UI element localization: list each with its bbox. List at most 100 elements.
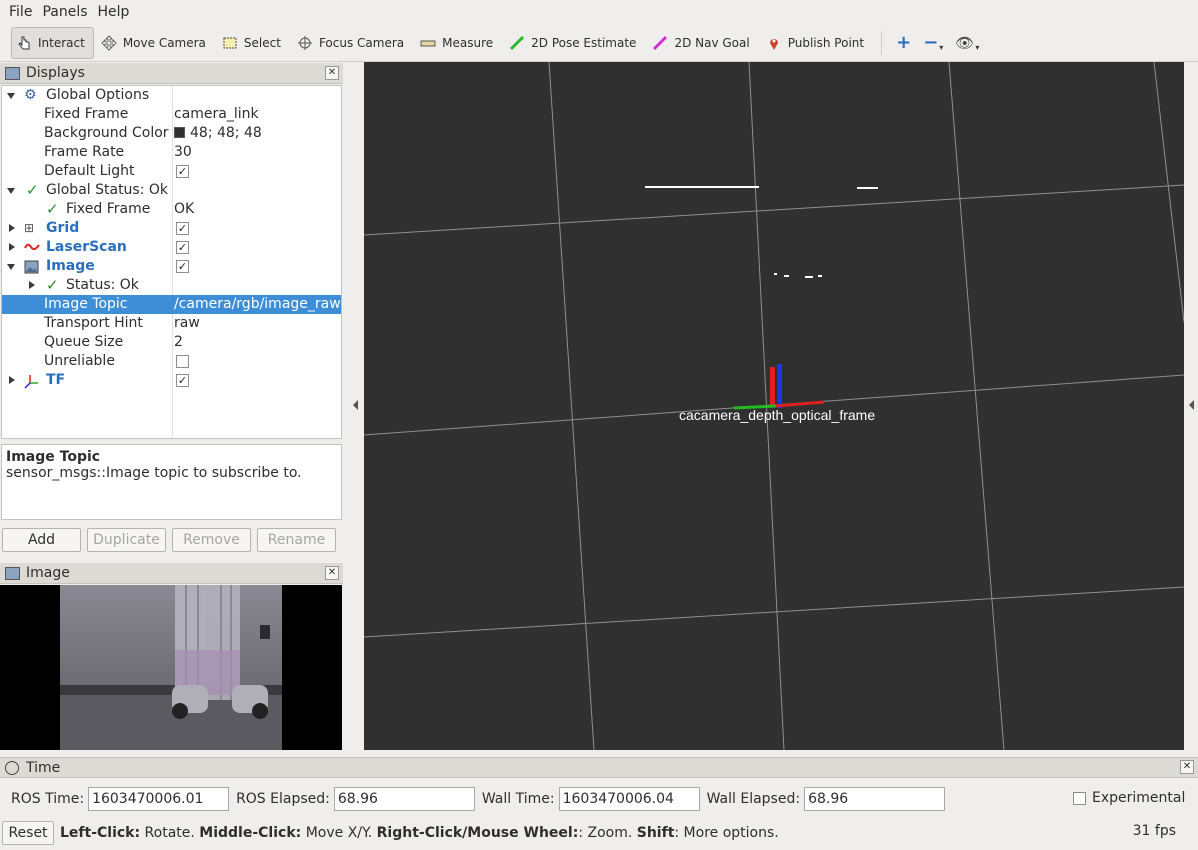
background-color-text: 48; 48; 48 — [190, 125, 262, 141]
green-arrow-icon — [509, 35, 527, 51]
expand-arrow-icon[interactable] — [29, 281, 35, 289]
image-icon — [24, 257, 39, 276]
nav-goal-tool-button[interactable]: 2D Nav Goal — [647, 27, 758, 59]
chevron-down-icon: ▾ — [975, 43, 980, 52]
select-tool-button[interactable]: Select — [217, 27, 290, 59]
tree-row-global-options[interactable]: ⚙ Global Options — [2, 86, 341, 105]
grid-checkbox[interactable]: ✓ — [176, 222, 189, 235]
color-swatch — [174, 127, 185, 138]
displays-tree: ⚙ Global Options Fixed Frame camera_link… — [1, 85, 342, 439]
frame-rate-value[interactable]: 30 — [174, 143, 192, 162]
pose-estimate-label: 2D Pose Estimate — [531, 35, 637, 50]
background-color-label: Background Color — [44, 125, 169, 141]
background-color-value[interactable]: 48; 48; 48 — [174, 124, 262, 143]
wall-elapsed-field[interactable]: 68.96 — [804, 787, 946, 811]
expand-arrow-icon[interactable] — [9, 376, 15, 384]
time-fields: ROS Time: 1603470006.01 ROS Elapsed: 68.… — [0, 786, 1198, 812]
image-checkbox[interactable]: ✓ — [176, 260, 189, 273]
laserscan-icon — [24, 238, 40, 257]
tree-row-image[interactable]: Image ✓ — [2, 257, 341, 276]
publish-point-tool-button[interactable]: Publish Point — [761, 27, 873, 59]
move-camera-tool-button[interactable]: Move Camera — [96, 27, 215, 59]
tree-row-image-status[interactable]: ✓ Status: Ok — [2, 276, 341, 295]
fixed-frame-value[interactable]: camera_link — [174, 105, 259, 124]
frame-label: cacamera_depth_optical_frame — [679, 407, 875, 423]
transport-hint-value[interactable]: raw — [174, 314, 200, 333]
default-light-label: Default Light — [44, 163, 135, 179]
collapse-left-handle[interactable] — [353, 400, 358, 410]
reset-button[interactable]: Reset — [2, 821, 54, 845]
grid-icon: ⊞ — [24, 221, 35, 235]
tree-row-unreliable[interactable]: Unreliable — [2, 352, 341, 371]
tree-row-grid[interactable]: ⊞ Grid ✓ — [2, 219, 341, 238]
tree-row-tf[interactable]: TF ✓ — [2, 371, 341, 390]
pose-estimate-tool-button[interactable]: 2D Pose Estimate — [504, 27, 645, 59]
collapse-arrow-icon[interactable] — [7, 188, 15, 194]
unreliable-checkbox[interactable] — [176, 355, 189, 368]
move-camera-label: Move Camera — [122, 35, 206, 50]
nav-goal-label: 2D Nav Goal — [674, 35, 750, 50]
duplicate-button[interactable]: Duplicate — [87, 528, 166, 552]
tree-row-background-color[interactable]: Background Color 48; 48; 48 — [2, 124, 341, 143]
description-title: Image Topic — [6, 449, 101, 465]
interact-tool-button[interactable]: Interact — [11, 26, 94, 59]
image-status-label: Status: Ok — [66, 277, 139, 293]
measure-tool-button[interactable]: Measure — [415, 27, 502, 59]
wall-time-field[interactable]: 1603470006.04 — [558, 787, 700, 811]
tree-row-image-topic[interactable]: Image Topic /camera/rgb/image_raw — [2, 295, 341, 314]
minus-icon: − — [923, 32, 939, 53]
tree-row-transport-hint[interactable]: Transport Hint raw — [2, 314, 341, 333]
hint-middle-click: Middle-Click: — [199, 825, 302, 841]
ros-elapsed-field[interactable]: 68.96 — [333, 787, 475, 811]
description-text: sensor_msgs::Image topic to subscribe to… — [6, 465, 302, 481]
check-icon: ✓ — [46, 200, 59, 218]
tree-row-default-light[interactable]: Default Light ✓ — [2, 162, 341, 181]
laserscan-checkbox[interactable]: ✓ — [176, 241, 189, 254]
camera-image-view — [0, 585, 342, 750]
collapse-arrow-icon[interactable] — [7, 264, 15, 270]
tree-row-global-status[interactable]: ✓ Global Status: Ok — [2, 181, 341, 200]
move-arrows-icon — [101, 34, 119, 51]
tf-checkbox[interactable]: ✓ — [176, 374, 189, 387]
tree-row-frame-rate[interactable]: Frame Rate 30 — [2, 143, 341, 162]
frame-rate-label: Frame Rate — [44, 144, 125, 160]
add-tool-button[interactable]: + — [890, 27, 917, 59]
tree-row-status-fixed-frame[interactable]: ✓ Fixed Frame OK — [2, 200, 341, 219]
fps-counter: 31 fps — [1132, 823, 1176, 839]
hint-shift-desc: : More options. — [674, 825, 779, 841]
render-viewport[interactable]: cacamera_depth_optical_frame — [364, 62, 1184, 750]
tree-row-laserscan[interactable]: LaserScan ✓ — [2, 238, 341, 257]
menu-file[interactable]: File — [4, 4, 37, 20]
tree-row-queue-size[interactable]: Queue Size 2 — [2, 333, 341, 352]
close-icon[interactable]: ✕ — [325, 566, 339, 580]
collapse-right-handle[interactable] — [1189, 400, 1194, 410]
close-icon[interactable]: ✕ — [1180, 760, 1194, 774]
status-bar: Reset Left-Click: Rotate. Middle-Click: … — [0, 820, 1198, 846]
default-light-checkbox[interactable]: ✓ — [176, 165, 189, 178]
image-panel-title: Image — [26, 565, 70, 581]
ros-time-field[interactable]: 1603470006.01 — [88, 787, 230, 811]
monitor-icon — [5, 66, 20, 80]
menu-panels[interactable]: Panels — [37, 4, 92, 20]
rename-button[interactable]: Rename — [257, 528, 336, 552]
collapse-arrow-icon[interactable] — [7, 93, 15, 99]
expand-arrow-icon[interactable] — [9, 224, 15, 232]
remove-button[interactable]: Remove — [172, 528, 251, 552]
menu-help[interactable]: Help — [93, 4, 135, 20]
remove-tool-button[interactable]: − ▾ — [917, 27, 949, 59]
focus-camera-tool-button[interactable]: Focus Camera — [292, 27, 413, 59]
hint-right-click: Right-Click/Mouse Wheel: — [376, 825, 579, 841]
experimental-checkbox[interactable] — [1073, 792, 1086, 805]
wall-elapsed-label: Wall Elapsed: — [706, 791, 801, 807]
global-options-label: Global Options — [46, 87, 150, 103]
view-options-button[interactable]: 👁 ▾ — [949, 27, 985, 59]
queue-size-value[interactable]: 2 — [174, 333, 183, 352]
hint-right-click-desc: : Zoom. — [578, 825, 637, 841]
expand-arrow-icon[interactable] — [9, 243, 15, 251]
status-fixed-frame-label: Fixed Frame — [66, 201, 151, 217]
add-button[interactable]: Add — [2, 528, 81, 552]
image-topic-value[interactable]: /camera/rgb/image_raw — [174, 295, 341, 314]
close-icon[interactable]: ✕ — [325, 66, 339, 80]
tree-row-fixed-frame[interactable]: Fixed Frame camera_link — [2, 105, 341, 124]
menu-bar: File Panels Help — [0, 0, 1198, 24]
